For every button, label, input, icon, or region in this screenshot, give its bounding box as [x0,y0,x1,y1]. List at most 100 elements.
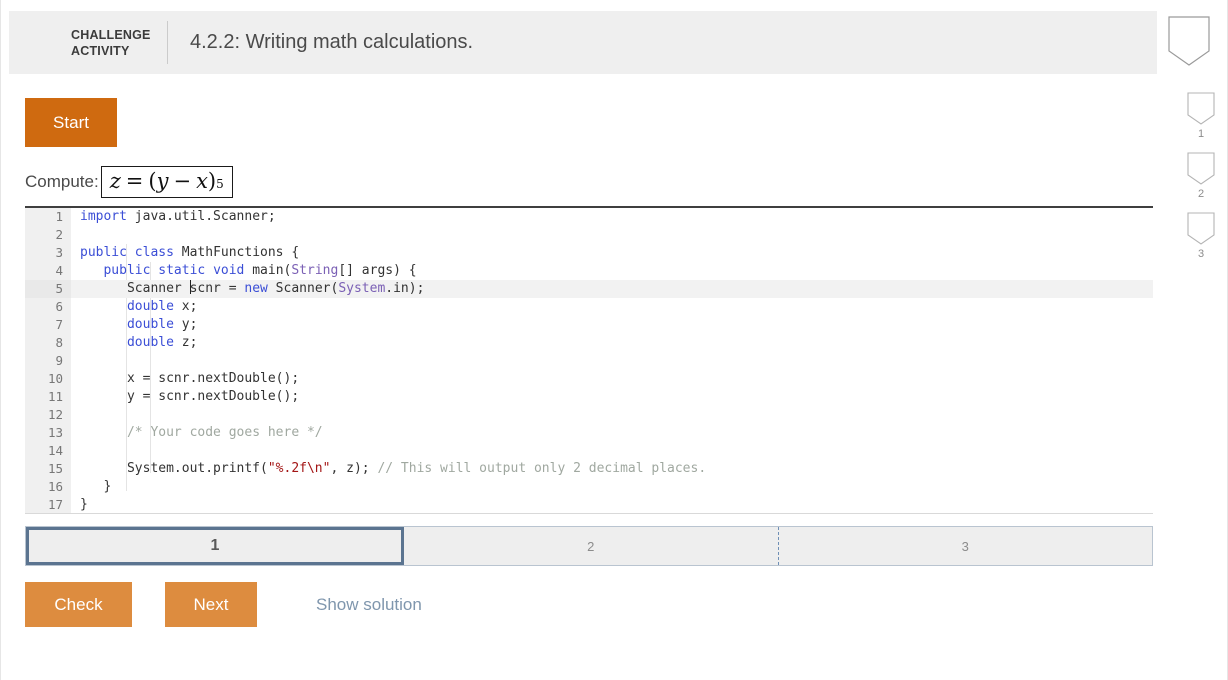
line-number: 14 [25,442,71,460]
activity-header: CHALLENGE ACTIVITY 4.2.2: Writing math c… [9,11,1157,74]
page-title: 4.2.2: Writing math calculations. [190,31,474,53]
code-token: new [244,281,268,296]
code-token: x; [173,299,198,314]
action-bar: Check Next Show solution [25,582,422,627]
code-token: String [291,263,339,278]
start-button[interactable]: Start [25,98,117,147]
code-line: 7 double y; [25,316,1153,334]
compute-prompt: Compute: z = ( y − x ) 5 [25,165,233,199]
formula-lhs: z [109,169,121,193]
activity-trophy-badge-large [1168,16,1210,66]
code-token: .in); [385,281,425,296]
code-token: "%.2f\n" [267,461,331,476]
code-token: static [158,263,206,278]
formula-equals: = [125,169,144,193]
code-token: System.out.printf( [80,461,268,476]
progress-badge-1: 1 [1187,92,1215,140]
next-button[interactable]: Next [165,582,257,627]
code-text: double z; [71,334,1153,352]
shield-icon [1187,152,1215,185]
code-token: z; [173,335,198,350]
formula-open-paren: ( [148,169,157,193]
code-text: /* Your code goes here */ [71,424,1153,442]
code-line: 6 double x; [25,298,1153,316]
code-token: void [213,263,245,278]
test-case-tabs: 1 2 3 [25,526,1153,566]
code-token: import [80,209,127,224]
progress-badge-label: 3 [1197,248,1205,260]
code-line: 15 System.out.printf("%.2f\n", z); // Th… [25,460,1153,478]
code-token: } [80,497,88,512]
code-line: 14 [25,442,1153,460]
code-token: , z); [330,461,378,476]
code-line: 12 [25,406,1153,424]
code-text: double x; [71,298,1153,316]
code-token: Scanner [80,281,190,296]
header-divider [167,21,168,64]
tab-2[interactable]: 2 [404,527,778,565]
code-line: 1 import java.util.Scanner; [25,208,1153,226]
tab-1[interactable]: 1 [26,527,404,565]
formula-minus: − [173,169,192,193]
kicker-line-2: ACTIVITY [71,43,130,58]
shield-icon [1187,212,1215,245]
challenge-activity-kicker: CHALLENGE ACTIVITY [71,27,150,59]
code-text: double y; [71,316,1153,334]
progress-badge-2: 2 [1187,152,1215,200]
line-number: 4 [25,262,71,280]
code-token: java.util.Scanner; [126,209,276,224]
line-number: 6 [25,298,71,316]
check-button[interactable]: Check [25,582,132,627]
code-text: } [71,496,1153,513]
line-number: 16 [25,478,71,496]
code-text: import java.util.Scanner; [71,208,1153,226]
code-editor[interactable]: 1 import java.util.Scanner; 2 3 public class… [25,206,1153,514]
code-text: Scanner scnr = new Scanner(System.in); [71,280,1153,298]
code-line: 2 [25,226,1153,244]
math-formula: z = ( y − x ) 5 [100,166,233,198]
code-text: public class MathFunctions { [71,244,1153,262]
code-text: System.out.printf("%.2f\n", z); // This … [71,460,1153,478]
code-token: scnr = [189,281,245,296]
line-number: 1 [25,208,71,226]
line-number: 3 [25,244,71,262]
code-token: class [134,245,174,260]
line-number: 17 [25,496,71,513]
code-token: /* Your code goes here */ [126,425,323,440]
line-number: 10 [25,370,71,388]
code-token: Scanner( [267,281,339,296]
compute-label: Compute: [25,172,99,191]
line-number: 13 [25,424,71,442]
line-number: 12 [25,406,71,424]
line-number: 8 [25,334,71,352]
code-token: public [103,263,151,278]
shield-icon [1187,92,1215,125]
code-line: 13 /* Your code goes here */ [25,424,1153,442]
tab-3[interactable]: 3 [777,527,1152,565]
formula-close-paren: ) [207,169,217,193]
formula-var-2: x [196,169,208,193]
show-solution-link[interactable]: Show solution [316,595,422,615]
line-number: 5 [25,280,71,298]
code-token: MathFunctions { [173,245,300,260]
code-token: } [80,479,112,494]
code-token: // This will output only 2 decimal place… [377,461,707,476]
code-token: System [338,281,386,296]
code-line: 3 public class MathFunctions { [25,244,1153,262]
formula-var-1: y [156,169,169,193]
progress-badge-label: 2 [1197,188,1205,200]
progress-badge-list: 1 2 3 [1173,92,1228,272]
code-line: 17} [25,496,1153,513]
code-line: 5 Scanner scnr = new Scanner(System.in); [25,280,1153,298]
code-line: 10 x = scnr.nextDouble(); [25,370,1153,388]
code-text: } [71,478,1153,496]
